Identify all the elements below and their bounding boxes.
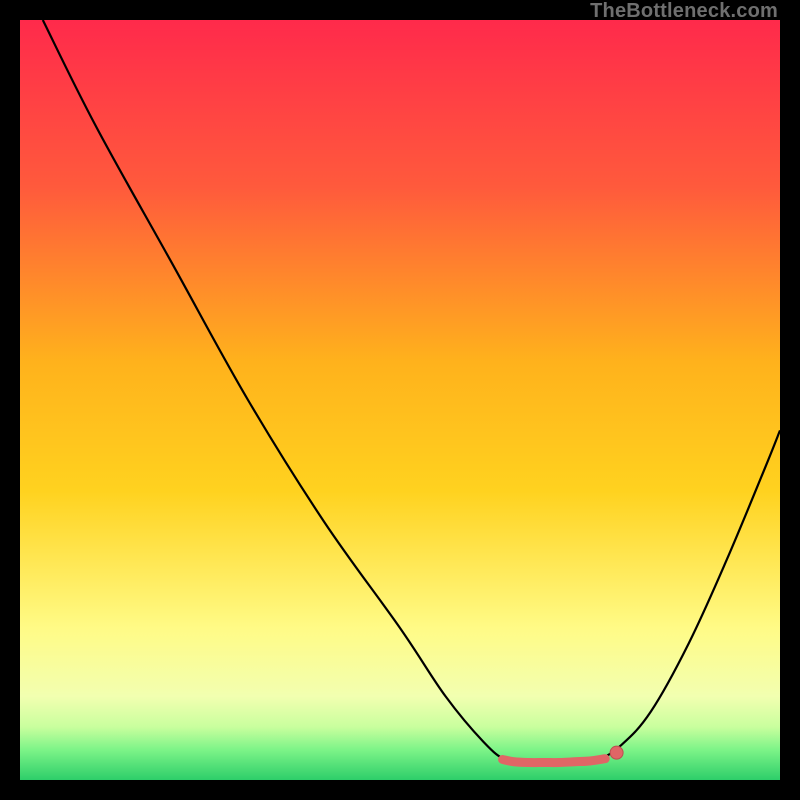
gradient-background <box>20 20 780 780</box>
chart-svg <box>20 20 780 780</box>
chart-stage: TheBottleneck.com <box>0 0 800 800</box>
plot-area <box>20 20 780 780</box>
optimal-range-marker <box>503 759 606 763</box>
optimal-point-marker <box>610 746 623 759</box>
